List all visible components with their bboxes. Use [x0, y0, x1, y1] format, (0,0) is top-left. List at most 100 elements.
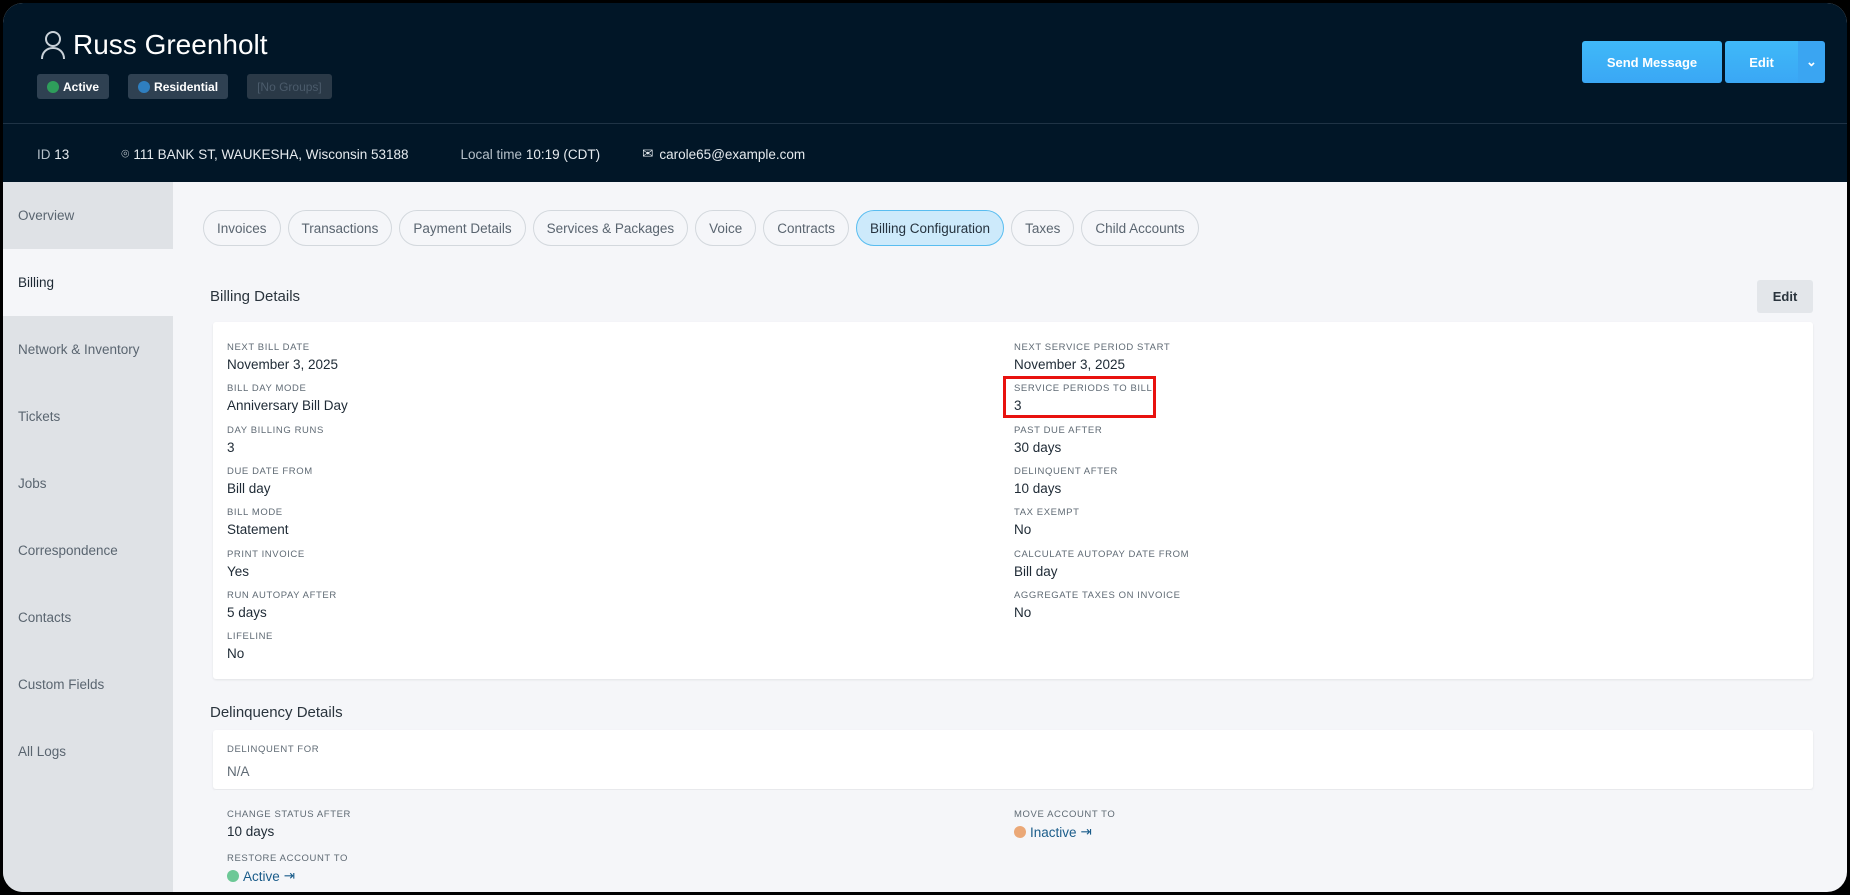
billing-field: Next Bill Date November 3, 2025: [227, 342, 338, 372]
billing-field: Next Service Period Start November 3, 202…: [1014, 342, 1170, 372]
tab-services-packages[interactable]: Services & Packages: [532, 210, 689, 246]
move-account-link[interactable]: Inactive ⇥: [1014, 824, 1115, 840]
change-status-value: 10 days: [227, 824, 275, 839]
tab-contracts[interactable]: Contracts: [763, 210, 849, 246]
header-divider: [3, 123, 1847, 124]
sidebar-item-all-logs[interactable]: All Logs: [3, 718, 173, 785]
field-label: Due Date From: [227, 465, 313, 477]
billing-field: Past Due After 30 days: [1014, 425, 1102, 455]
field-label: Bill Day Mode: [227, 383, 307, 395]
billing-field: Lifeline No: [227, 631, 273, 661]
email-icon: ✉: [642, 146, 654, 161]
arrow-right-icon: ⇥: [283, 868, 296, 883]
local-time-label: Local time: [460, 146, 523, 162]
field-label: Next Bill Date: [227, 342, 310, 353]
tab-taxes[interactable]: Taxes: [1011, 210, 1075, 246]
field-value: No: [1014, 604, 1032, 620]
location-pin-icon: ⌾: [121, 146, 130, 161]
field-label: Past Due After: [1014, 424, 1103, 436]
move-account-label: Move Account To: [1014, 809, 1116, 820]
highlight-box: [1003, 376, 1156, 418]
delinquent-for-card: Delinquent For N/A: [213, 730, 1813, 789]
delinquency-rules: Change Status After 10 days Move Account …: [213, 790, 1813, 892]
delinquent-for-value: N/A: [227, 764, 250, 779]
edit-dropdown-chevron-down-icon[interactable]: ⌄: [1798, 41, 1825, 83]
inactive-status-dot-icon: [1014, 826, 1026, 838]
billing-field: Day Billing Runs 3: [227, 425, 324, 455]
field-value: 10 days: [1014, 480, 1062, 496]
field-value: Statement: [227, 522, 289, 538]
sidebar-item-custom-fields[interactable]: Custom Fields: [3, 651, 173, 718]
field-value: No: [1014, 522, 1032, 538]
tab-transactions[interactable]: Transactions: [287, 210, 393, 246]
field-value: Yes: [227, 563, 250, 579]
field-label: Delinquent After: [1014, 465, 1118, 477]
field-label: Aggregate Taxes On Invoice: [1014, 589, 1181, 601]
status-dot-icon: [47, 80, 59, 93]
sidebar-item-correspondence[interactable]: Correspondence: [3, 517, 173, 584]
sidebar-item-jobs[interactable]: Jobs: [3, 450, 173, 517]
billing-field: Run Autopay After 5 days: [227, 590, 337, 620]
address[interactable]: 111 BANK ST, WAUKESHA, Wisconsin 53188: [133, 147, 408, 162]
billing-edit-button[interactable]: Edit: [1757, 280, 1813, 313]
account-header: Russ Greenholt Active Residential [No Gr…: [3, 3, 1847, 182]
field-label: Day Billing Runs: [227, 424, 324, 436]
billing-field: Print Invoice Yes: [227, 549, 305, 579]
account-name: Russ Greenholt: [39, 29, 268, 61]
tab-payment-details[interactable]: Payment Details: [399, 210, 526, 246]
type-dot-icon: [138, 80, 151, 93]
field-label: Next Service Period Start: [1014, 342, 1171, 353]
sidebar-item-overview[interactable]: Overview: [3, 182, 173, 249]
field-label: Calculate Autopay Date From: [1014, 548, 1190, 560]
status-badge[interactable]: Active: [37, 74, 110, 99]
billing-field: Bill Mode Statement: [227, 507, 289, 537]
field-label: Lifeline: [227, 631, 273, 643]
user-icon: [41, 31, 65, 60]
sidebar: Overview Billing Network & Inventory Tic…: [3, 182, 173, 892]
sidebar-item-billing[interactable]: Billing: [3, 249, 173, 316]
field-label: Print Invoice: [227, 548, 305, 560]
field-value: Bill day: [1014, 563, 1058, 579]
change-status-label: Change Status After: [227, 809, 352, 820]
edit-button[interactable]: Edit: [1725, 41, 1798, 83]
billing-field: Calculate Autopay Date From Bill day: [1014, 549, 1189, 579]
account-page: Russ Greenholt Active Residential [No Gr…: [3, 3, 1847, 892]
id-value: 13: [54, 146, 70, 162]
local-time: 10:19 (CDT): [525, 146, 601, 162]
active-status-dot-icon: [227, 870, 239, 882]
sidebar-item-network-inventory[interactable]: Network & Inventory: [3, 316, 173, 383]
billing-details-title: Billing Details: [210, 288, 301, 305]
field-value: November 3, 2025: [1014, 357, 1126, 372]
field-value: Bill day: [227, 480, 271, 496]
billing-field: Aggregate Taxes On Invoice No: [1014, 590, 1181, 620]
field-value: Anniversary Bill Day: [227, 398, 348, 414]
arrow-right-icon: ⇥: [1080, 824, 1092, 839]
restore-account-link[interactable]: Active ⇥: [227, 868, 348, 884]
send-message-button[interactable]: Send Message: [1582, 41, 1722, 83]
field-value: No: [227, 646, 245, 662]
field-label: Tax Exempt: [1014, 507, 1080, 519]
billing-field: Delinquent After 10 days: [1014, 466, 1118, 496]
type-badge[interactable]: Residential: [128, 74, 229, 99]
email-link[interactable]: carole65@example.com: [659, 147, 805, 162]
tab-billing-configuration[interactable]: Billing Configuration: [855, 210, 1005, 246]
tab-child-accounts[interactable]: Child Accounts: [1081, 210, 1199, 246]
field-value: 3: [227, 439, 235, 455]
field-value: 30 days: [1014, 439, 1062, 455]
field-value: 5 days: [227, 604, 267, 620]
tab-voice[interactable]: Voice: [695, 210, 757, 246]
restore-account-label: Restore Account To: [227, 853, 348, 864]
billing-tabs: Invoices Transactions Payment Details Se…: [203, 210, 1199, 246]
delinquent-for-label: Delinquent For: [227, 744, 320, 755]
billing-field: Bill Day Mode Anniversary Bill Day: [227, 383, 348, 413]
billing-field: Tax Exempt No: [1014, 507, 1079, 537]
field-label: Run Autopay After: [227, 589, 337, 601]
groups-badge[interactable]: [No Groups]: [247, 74, 332, 99]
delinquency-details-title: Delinquency Details: [210, 704, 343, 721]
tab-invoices[interactable]: Invoices: [203, 210, 281, 246]
field-label: Bill Mode: [227, 507, 283, 519]
billing-field: Due Date From Bill day: [227, 466, 313, 496]
id-label: ID: [37, 146, 51, 162]
sidebar-item-contacts[interactable]: Contacts: [3, 584, 173, 651]
sidebar-item-tickets[interactable]: Tickets: [3, 383, 173, 450]
